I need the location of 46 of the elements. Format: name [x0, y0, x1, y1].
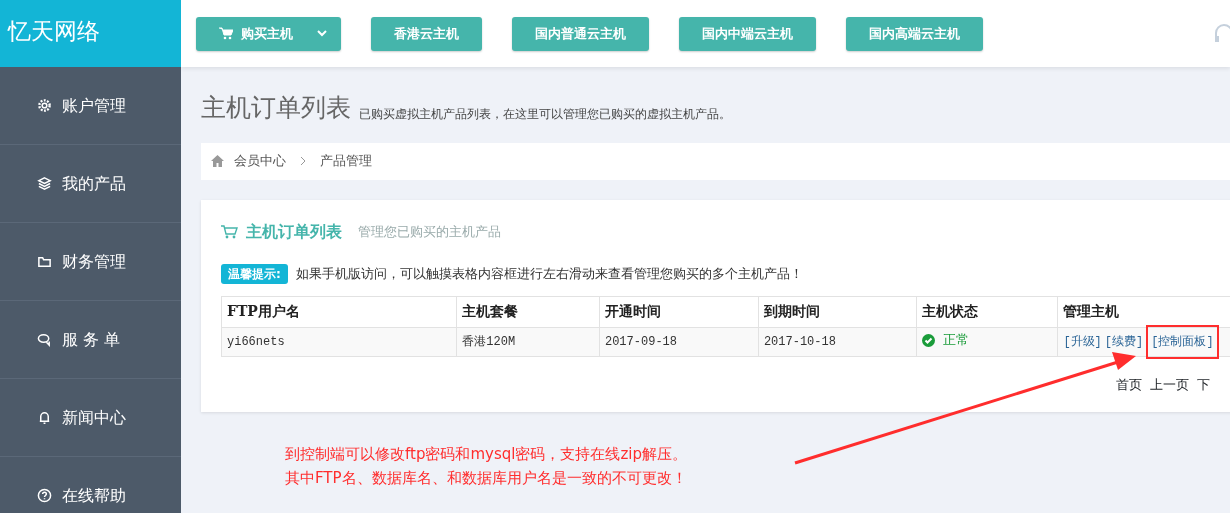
annotation-text: 其中FTP名、数据库名、和数据库用户名是一致的不可更改！	[285, 467, 688, 489]
sidebar-item[interactable]: 我的产品	[0, 145, 181, 223]
sidebar-item[interactable]: 服 务 单	[0, 301, 181, 379]
annotation-text: 到控制端可以修改ftp密码和mysql密码，支持在线zip解压。	[285, 443, 688, 465]
card-subtitle: 管理您已购买的主机产品	[358, 222, 501, 241]
column-header: 主机套餐	[456, 296, 600, 327]
action-link[interactable]: [续费]	[1104, 332, 1144, 351]
sidebar-item[interactable]: 在线帮助	[0, 457, 181, 513]
tip-text: 如果手机版访问，可以触摸表格内容框进行左右滑动来查看管理您购买的多个主机产品！	[295, 264, 803, 283]
layers-icon	[37, 176, 52, 191]
column-header: FTP用户名	[221, 296, 457, 327]
table-cell: 2017-09-18	[599, 327, 759, 356]
pagination-link[interactable]: 上一页	[1150, 374, 1189, 394]
page-subtitle: 已购买虚拟主机产品列表，在这里可以管理您已购买的虚拟主机产品。	[359, 105, 731, 123]
gear-icon	[37, 98, 52, 113]
home-icon	[211, 155, 224, 167]
column-header: 到期时间	[758, 296, 917, 327]
column-header: 主机状态	[916, 296, 1058, 327]
cart-icon	[221, 223, 238, 240]
sidebar-item[interactable]: 财务管理	[0, 223, 181, 301]
table-cell: 香港120M	[456, 327, 600, 356]
column-header: 开通时间	[599, 296, 759, 327]
chevron-icon	[317, 30, 327, 37]
breadcrumb-link[interactable]: 产品管理	[320, 151, 372, 171]
cart-icon	[219, 27, 233, 40]
column-header: 管理主机	[1057, 296, 1230, 327]
table-cell: 2017-10-18	[758, 327, 917, 356]
chevron-icon	[300, 156, 306, 166]
status-text: 正常	[942, 331, 969, 350]
card-title: 主机订单列表	[246, 220, 342, 243]
table-cell: yi66nets	[221, 327, 457, 356]
page-title: 主机订单列表	[201, 92, 351, 124]
breadcrumb-link[interactable]: 会员中心	[234, 151, 286, 171]
tip-badge: 温馨提示:	[221, 263, 288, 284]
sidebar-item[interactable]: 新闻中心	[0, 379, 181, 457]
pagination-link[interactable]: 首页	[1116, 374, 1142, 394]
sidebar-item[interactable]: 账户管理	[0, 67, 181, 145]
headset-icon	[1213, 22, 1230, 45]
action-link[interactable]: [控制面板]	[1151, 334, 1214, 349]
chat-icon	[37, 332, 52, 347]
bell-icon	[37, 410, 52, 425]
action-link[interactable]: [升级]	[1063, 332, 1102, 351]
help-icon	[37, 488, 52, 503]
logo: 忆天网络	[0, 0, 181, 67]
folder-icon	[37, 254, 52, 269]
pagination-link[interactable]: 下	[1197, 374, 1210, 394]
